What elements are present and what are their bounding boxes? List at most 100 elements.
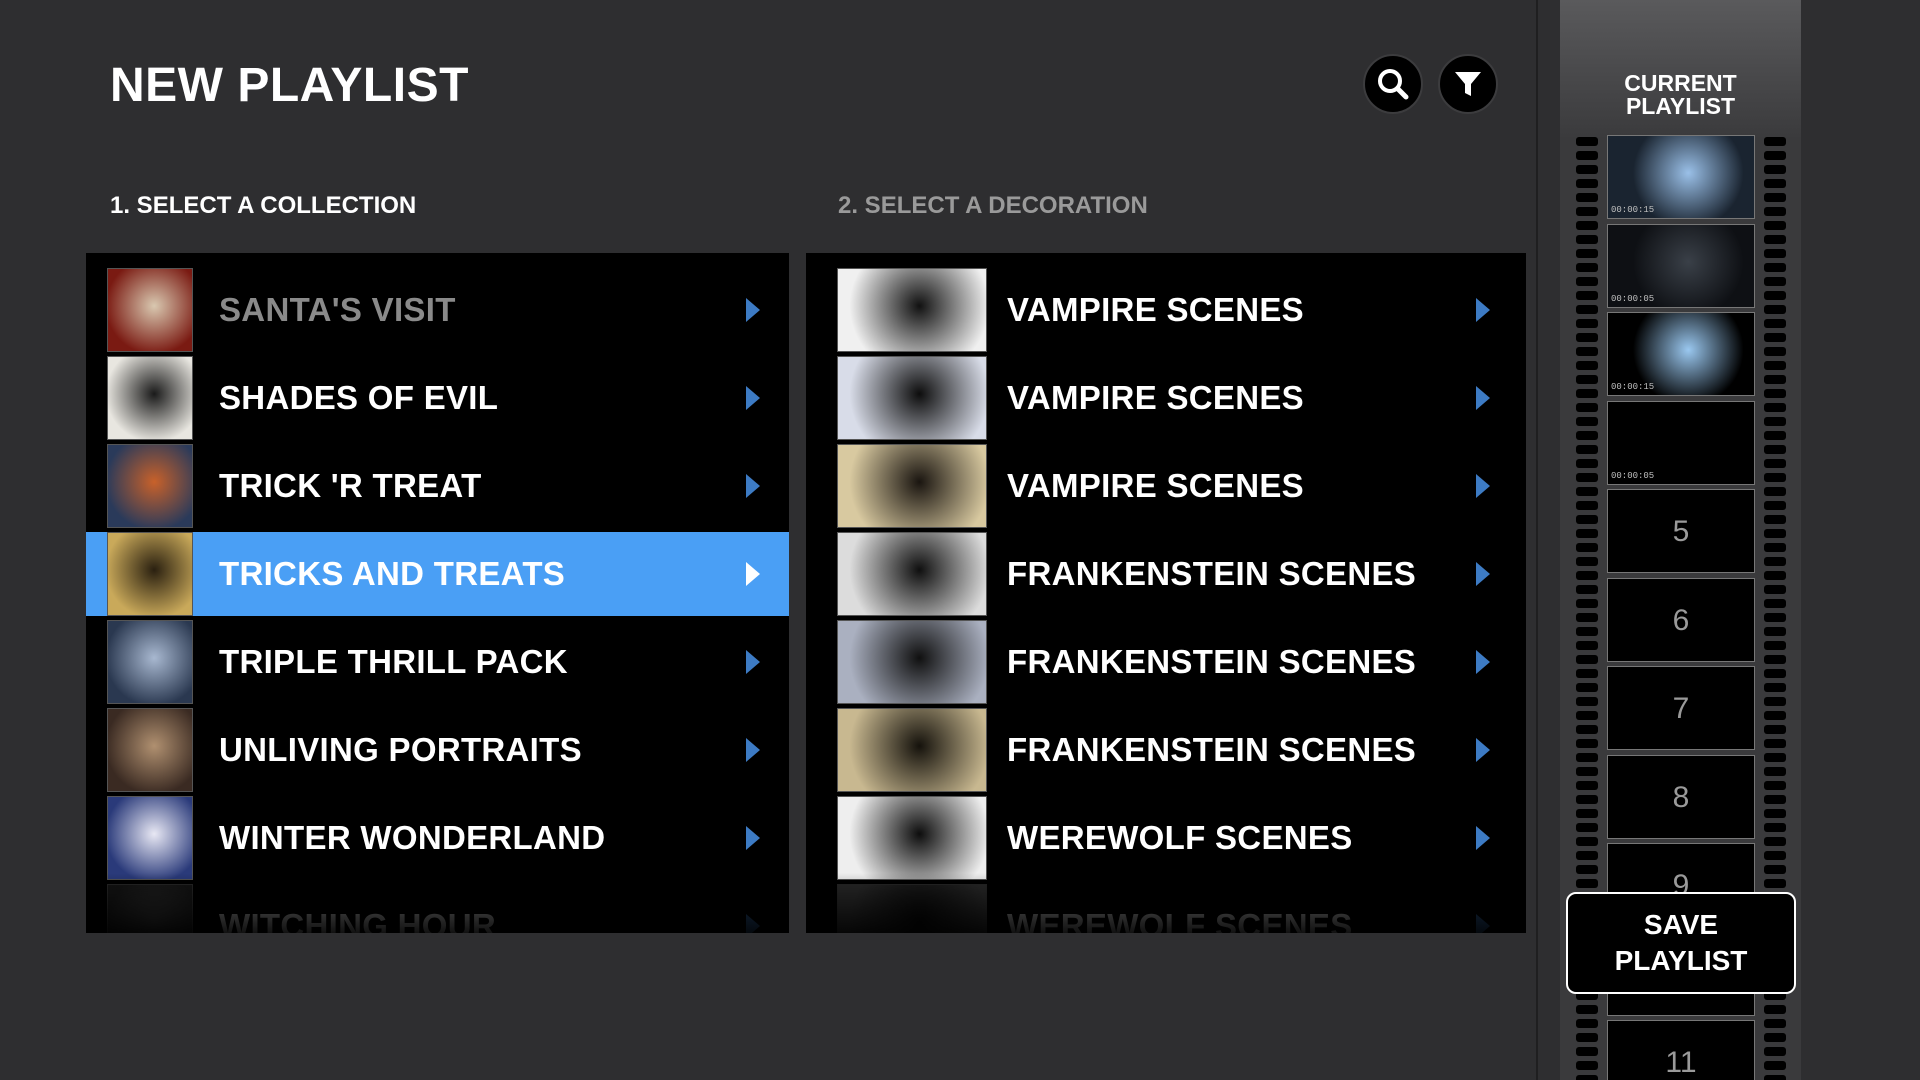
film-sprocket-hole xyxy=(1576,417,1598,426)
thumbnail-image xyxy=(837,620,987,704)
film-sprocket-hole xyxy=(1764,599,1786,608)
film-sprocket-hole xyxy=(1764,669,1786,678)
film-sprocket-hole xyxy=(1576,207,1598,216)
film-sprocket-hole xyxy=(1764,739,1786,748)
film-sprocket-hole xyxy=(1764,1005,1786,1014)
film-sprocket-hole xyxy=(1576,795,1598,804)
thumbnail-image xyxy=(837,708,987,792)
save-playlist-label-line2: PLAYLIST xyxy=(1614,945,1748,976)
list-item-label: TRICK 'R TREAT xyxy=(219,467,482,504)
playlist-empty-slot[interactable]: 6 xyxy=(1607,577,1755,662)
list-item[interactable]: VAMPIRE SCENES xyxy=(806,356,1526,440)
playlist-empty-slot[interactable]: 5 xyxy=(1607,489,1755,573)
playlist-clip[interactable]: 00:00:05 xyxy=(1607,400,1755,485)
thumbnail-image xyxy=(107,796,193,880)
list-item-label: UNLIVING PORTRAITS xyxy=(219,731,582,768)
list-item[interactable]: WITCHING HOUR xyxy=(86,884,789,933)
list-item[interactable]: UNLIVING PORTRAITS xyxy=(86,708,789,792)
playlist-clip[interactable]: 00:00:15 xyxy=(1607,312,1755,396)
film-sprocket-hole xyxy=(1576,361,1598,370)
film-sprocket-hole xyxy=(1764,627,1786,636)
film-sprocket-hole xyxy=(1576,725,1598,734)
clip-duration: 00:00:15 xyxy=(1611,382,1655,392)
list-item[interactable]: VAMPIRE SCENES xyxy=(806,268,1526,352)
film-sprocket-hole xyxy=(1764,347,1786,356)
list-item-label: VAMPIRE SCENES xyxy=(1007,291,1304,328)
film-sprocket-hole xyxy=(1764,389,1786,398)
save-playlist-button[interactable]: SAVE PLAYLIST xyxy=(1566,892,1796,994)
film-sprocket-hole xyxy=(1764,249,1786,258)
list-item[interactable]: FRANKENSTEIN SCENES xyxy=(806,708,1526,792)
thumbnail-image xyxy=(107,532,193,616)
film-sprocket-hole xyxy=(1576,781,1598,790)
thumbnail-image xyxy=(837,532,987,616)
panel-divider xyxy=(1536,0,1538,1080)
list-item[interactable]: TRIPLE THRILL PACK xyxy=(86,620,789,704)
film-sprocket-hole xyxy=(1764,333,1786,342)
clip-duration: 00:00:05 xyxy=(1611,293,1655,304)
step-2-label: 2. SELECT A DECORATION xyxy=(838,192,1148,219)
list-item[interactable]: FRANKENSTEIN SCENES xyxy=(806,620,1526,704)
thumbnail-image xyxy=(107,884,193,933)
film-sprocket-hole xyxy=(1576,263,1598,272)
slot-number: 5 xyxy=(1672,515,1690,548)
film-sprocket-hole xyxy=(1576,319,1598,328)
list-item-label: TRICKS AND TREATS xyxy=(219,555,566,592)
save-playlist-label-line1: SAVE xyxy=(1643,909,1719,940)
film-sprocket-hole xyxy=(1576,697,1598,706)
film-sprocket-hole xyxy=(1764,319,1786,328)
list-item[interactable]: VAMPIRE SCENES xyxy=(806,444,1526,528)
playlist-clip[interactable]: 00:00:15 xyxy=(1607,135,1755,219)
list-item[interactable]: WEREWOLF SCENES xyxy=(806,796,1526,880)
film-sprocket-hole xyxy=(1576,585,1598,594)
chevron-right-icon xyxy=(1474,472,1492,500)
film-sprocket-hole xyxy=(1576,277,1598,286)
search-button[interactable] xyxy=(1363,54,1423,114)
film-sprocket-hole xyxy=(1764,305,1786,314)
list-item[interactable]: WINTER WONDERLAND xyxy=(86,796,789,880)
film-sprocket-hole xyxy=(1764,473,1786,482)
chevron-right-icon xyxy=(1474,384,1492,412)
filter-icon xyxy=(1455,72,1481,96)
list-item[interactable]: TRICK 'R TREAT xyxy=(86,444,789,528)
list-item[interactable]: WEREWOLF SCENES xyxy=(806,884,1526,933)
film-sprocket-hole xyxy=(1764,697,1786,706)
film-sprocket-hole xyxy=(1764,711,1786,720)
film-sprocket-hole xyxy=(1576,249,1598,258)
film-sprocket-hole xyxy=(1576,501,1598,510)
film-sprocket-hole xyxy=(1764,1033,1786,1042)
film-sprocket-hole xyxy=(1764,165,1786,174)
chevron-right-icon xyxy=(744,648,762,676)
film-sprocket-hole xyxy=(1576,613,1598,622)
list-item[interactable]: TRICKS AND TREATS xyxy=(86,532,789,616)
film-sprocket-hole xyxy=(1576,865,1598,874)
thumbnail-image xyxy=(837,356,987,440)
film-sprocket-hole xyxy=(1764,865,1786,874)
list-item[interactable]: SANTA'S VISIT xyxy=(86,268,789,352)
list-item-label: VAMPIRE SCENES xyxy=(1007,379,1304,416)
playlist-empty-slot[interactable]: 7 xyxy=(1607,666,1755,750)
film-sprocket-hole xyxy=(1576,193,1598,202)
film-sprocket-hole xyxy=(1764,585,1786,594)
playlist-clip[interactable]: 00:00:05 xyxy=(1607,223,1755,308)
chevron-right-icon xyxy=(1474,824,1492,852)
film-sprocket-hole xyxy=(1576,837,1598,846)
film-sprocket-hole xyxy=(1764,515,1786,524)
list-item[interactable]: FRANKENSTEIN SCENES xyxy=(806,532,1526,616)
film-sprocket-hole xyxy=(1576,445,1598,454)
chevron-right-icon xyxy=(744,912,762,933)
film-sprocket-hole xyxy=(1576,879,1598,888)
film-sprocket-hole xyxy=(1576,403,1598,412)
thumbnail-image xyxy=(837,884,987,933)
decoration-list[interactable]: VAMPIRE SCENES VAMPIRE SCENES VAMPIRE SCEN… xyxy=(806,253,1526,933)
collection-list[interactable]: SANTA'S VISIT SHADES OF EVIL TRICK 'R TREA… xyxy=(86,253,789,933)
film-sprocket-hole xyxy=(1764,375,1786,384)
film-sprocket-hole xyxy=(1576,221,1598,230)
filter-button[interactable] xyxy=(1438,54,1498,114)
list-item[interactable]: SHADES OF EVIL xyxy=(86,356,789,440)
playlist-empty-slot[interactable]: 11 xyxy=(1607,1020,1755,1080)
film-sprocket-hole xyxy=(1764,445,1786,454)
list-item-label: TRIPLE THRILL PACK xyxy=(219,643,568,680)
film-sprocket-hole xyxy=(1764,179,1786,188)
playlist-empty-slot[interactable]: 8 xyxy=(1607,754,1755,839)
